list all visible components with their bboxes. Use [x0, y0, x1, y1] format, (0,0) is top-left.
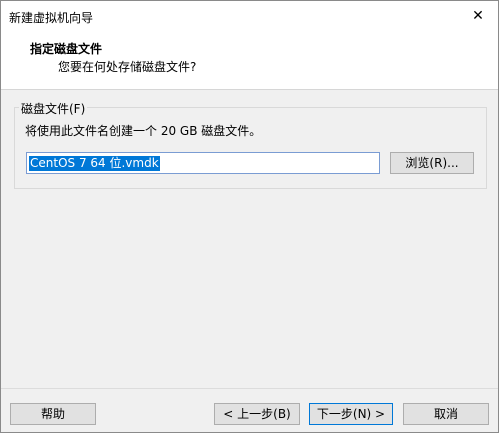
disk-file-group-label: 磁盘文件(F) — [19, 100, 88, 117]
cancel-button[interactable]: 取消 — [403, 403, 489, 425]
footer-divider — [1, 388, 498, 389]
window-title: 新建虚拟机向导 — [9, 11, 94, 25]
help-button[interactable]: 帮助 — [10, 403, 96, 425]
back-button[interactable]: < 上一步(B) — [214, 403, 300, 425]
page-title: 指定磁盘文件 — [30, 42, 103, 56]
browse-button[interactable]: 浏览(R)... — [390, 152, 474, 174]
disk-file-group: 磁盘文件(F) 将使用此文件名创建一个 20 GB 磁盘文件。 CentOS 7… — [14, 100, 487, 189]
wizard-header: 指定磁盘文件 您要在何处存储磁盘文件? — [1, 31, 498, 90]
next-button[interactable]: 下一步(N) > — [309, 403, 393, 425]
disk-file-name-value: CentOS 7 64 位.vmdk — [29, 156, 160, 171]
disk-file-name-input[interactable]: CentOS 7 64 位.vmdk — [26, 152, 380, 174]
new-vm-wizard-window: 新建虚拟机向导 ✕ 指定磁盘文件 您要在何处存储磁盘文件? 磁盘文件(F) 将使… — [0, 0, 499, 433]
title-bar: 新建虚拟机向导 ✕ — [1, 1, 498, 31]
page-subtitle: 您要在何处存储磁盘文件? — [58, 60, 197, 74]
close-icon[interactable]: ✕ — [458, 1, 498, 31]
disk-file-description: 将使用此文件名创建一个 20 GB 磁盘文件。 — [25, 124, 262, 138]
